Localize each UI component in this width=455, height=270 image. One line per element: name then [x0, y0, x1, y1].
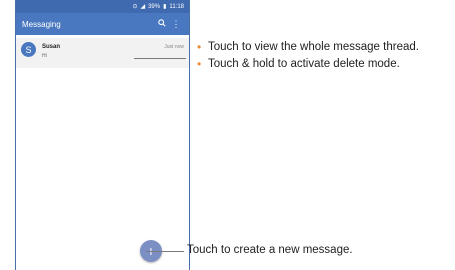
annotation-bullet: • Touch & hold to activate delete mode.	[197, 57, 400, 71]
avatar: S	[21, 42, 36, 57]
app-bar: Messaging ⋮	[16, 13, 189, 35]
bullet-dot: •	[197, 40, 202, 54]
more-vert-icon[interactable]: ⋮	[169, 19, 183, 30]
battery-percent: 39%	[148, 3, 161, 10]
app-title: Messaging	[22, 19, 61, 29]
conversation-list-item[interactable]: S Susan Hi Just now	[16, 38, 189, 68]
contact-name: Susan	[42, 44, 61, 50]
conversation-text: Susan Hi	[42, 42, 164, 59]
callout-line-conversation	[134, 58, 186, 59]
battery-icon: ▮	[163, 3, 167, 10]
annotation-bullet: • Touch to view the whole message thread.	[197, 40, 419, 54]
callout-line-fab	[146, 251, 184, 252]
message-time: Just now	[164, 44, 184, 50]
status-icons: ⊙ ◢ 39% ▮ 11:18	[132, 4, 184, 10]
bullet-dot: •	[197, 57, 202, 71]
signal-icon: ◢	[140, 3, 146, 10]
status-time: 11:18	[169, 3, 184, 10]
annotation-fab-note: Touch to create a new message.	[187, 244, 353, 256]
alarm-icon: ⊙	[132, 3, 138, 10]
annotation-bullets: • Touch to view the whole message thread.…	[196, 40, 451, 74]
phone-screen: ⊙ ◢ 39% ▮ 11:18 Messaging ⋮ S Susan Hi J…	[15, 0, 190, 270]
status-bar: ⊙ ◢ 39% ▮ 11:18	[16, 0, 189, 13]
search-icon[interactable]	[155, 19, 169, 29]
